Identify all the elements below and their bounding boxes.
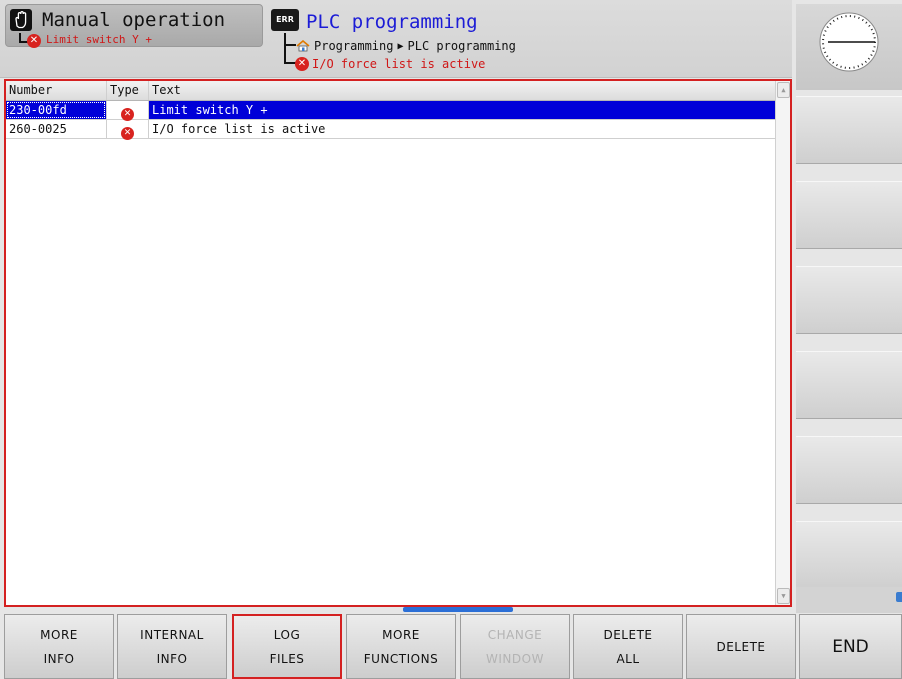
scroll-down-icon[interactable]: ▼ [777, 588, 790, 604]
error-x-icon: ✕ [295, 57, 309, 71]
mode-title: Manual operation [42, 9, 226, 31]
softkey-label: CHANGE [487, 627, 543, 642]
column-header-text[interactable]: Text [148, 81, 776, 100]
side-softkey-4[interactable] [796, 351, 902, 419]
more-functions-button[interactable]: MORE FUNCTIONS [346, 614, 456, 679]
side-softkey-5[interactable] [796, 436, 902, 504]
error-x-icon: ✕ [121, 127, 134, 140]
breadcrumb-item: Programming [314, 39, 394, 53]
home-icon [296, 40, 310, 52]
program-mode-title: PLC programming [306, 11, 478, 33]
internal-info-button[interactable]: INTERNAL INFO [117, 614, 227, 679]
softkey-label: MORE [40, 627, 78, 642]
softkey-label: FILES [269, 651, 305, 666]
softkey-label: INFO [43, 651, 75, 666]
table-row[interactable]: 230-00fd ✕ Limit switch Y + [6, 101, 776, 121]
delete-button[interactable]: DELETE [686, 614, 796, 679]
table-header: Number Type Text [6, 81, 776, 101]
cell-number: 230-00fd [6, 101, 106, 119]
softkey-label: INTERNAL [140, 627, 204, 642]
breadcrumb: Programming ▶ PLC programming [296, 39, 516, 53]
analog-clock-icon [819, 12, 879, 72]
softkey-label: ALL [616, 651, 640, 666]
softkey-label: FUNCTIONS [363, 651, 439, 666]
error-x-icon: ✕ [27, 34, 41, 48]
triangle-right-icon: ▶ [397, 40, 404, 52]
log-files-button[interactable]: LOG FILES [232, 614, 342, 679]
table-row[interactable]: 260-0025 ✕ I/O force list is active [6, 120, 776, 140]
side-softkey-6[interactable] [796, 521, 902, 589]
softkey-label: LOG [273, 627, 301, 642]
softkey-label: MORE [382, 627, 420, 642]
err-badge: ERR [271, 9, 299, 31]
softkey-label: INFO [156, 651, 188, 666]
change-window-button[interactable]: CHANGE WINDOW [460, 614, 570, 679]
cell-text: Limit switch Y + [148, 101, 776, 119]
delete-all-button[interactable]: DELETE ALL [573, 614, 683, 679]
side-softkey-2[interactable] [796, 181, 902, 249]
tree-connector [284, 44, 296, 64]
program-error-message: I/O force list is active [312, 57, 486, 71]
breadcrumb-item: PLC programming [407, 39, 516, 53]
cell-number: 260-0025 [9, 122, 67, 136]
column-header-number[interactable]: Number [6, 81, 106, 100]
status-header: Manual operation ✕ Limit switch Y + ERR … [0, 0, 792, 78]
softkey-label: DELETE [603, 627, 653, 642]
cell-type: ✕ [106, 101, 148, 121]
end-button[interactable]: END [799, 614, 902, 679]
clock-panel [796, 4, 902, 90]
softkey-label: DELETE [716, 639, 766, 654]
side-softkey-strip [796, 587, 902, 613]
more-info-button[interactable]: MORE INFO [4, 614, 114, 679]
softkey-row-indicator [403, 607, 513, 612]
vertical-scrollbar[interactable]: ▲ ▼ [775, 81, 790, 605]
hand-icon [10, 9, 32, 31]
column-header-type[interactable]: Type [106, 81, 148, 100]
softkey-label: END [832, 636, 869, 657]
scroll-up-icon[interactable]: ▲ [777, 82, 790, 98]
side-softkey-3[interactable] [796, 266, 902, 334]
operating-mode-panel: Manual operation ✕ Limit switch Y + [5, 4, 263, 48]
mode-error-message: Limit switch Y + [46, 33, 152, 46]
cell-type: ✕ [106, 120, 148, 140]
error-message-list[interactable]: Number Type Text 230-00fd ✕ Limit switch… [4, 79, 792, 607]
softkey-label: WINDOW [486, 651, 544, 666]
cell-text: I/O force list is active [148, 120, 776, 138]
side-softkey-1[interactable] [796, 96, 902, 164]
softkey-bar-switch-icon[interactable] [896, 592, 902, 602]
